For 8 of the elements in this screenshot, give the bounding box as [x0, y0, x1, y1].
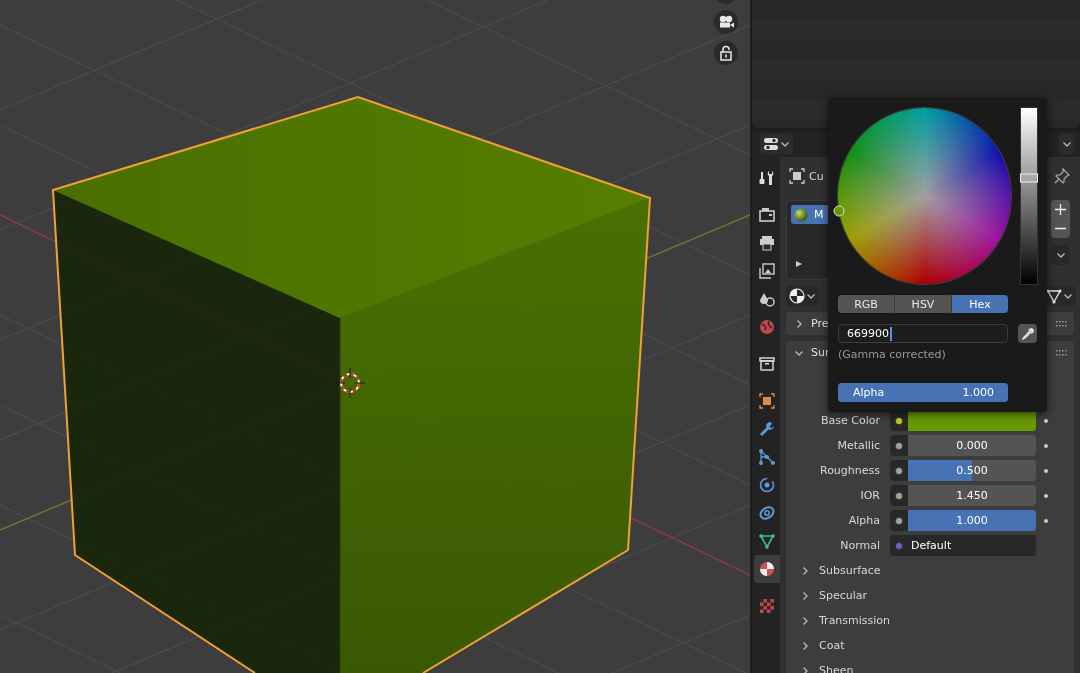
gamma-note: (Gamma corrected) — [838, 348, 947, 361]
input-label: IOR — [859, 489, 881, 502]
input-label: Alpha — [847, 514, 881, 527]
input-label: Metallic — [836, 439, 881, 452]
input-label: Roughness — [819, 464, 881, 477]
input-label: Normal — [839, 539, 881, 552]
object-name: Cu — [809, 169, 824, 183]
input-label: Base Color — [820, 414, 881, 427]
